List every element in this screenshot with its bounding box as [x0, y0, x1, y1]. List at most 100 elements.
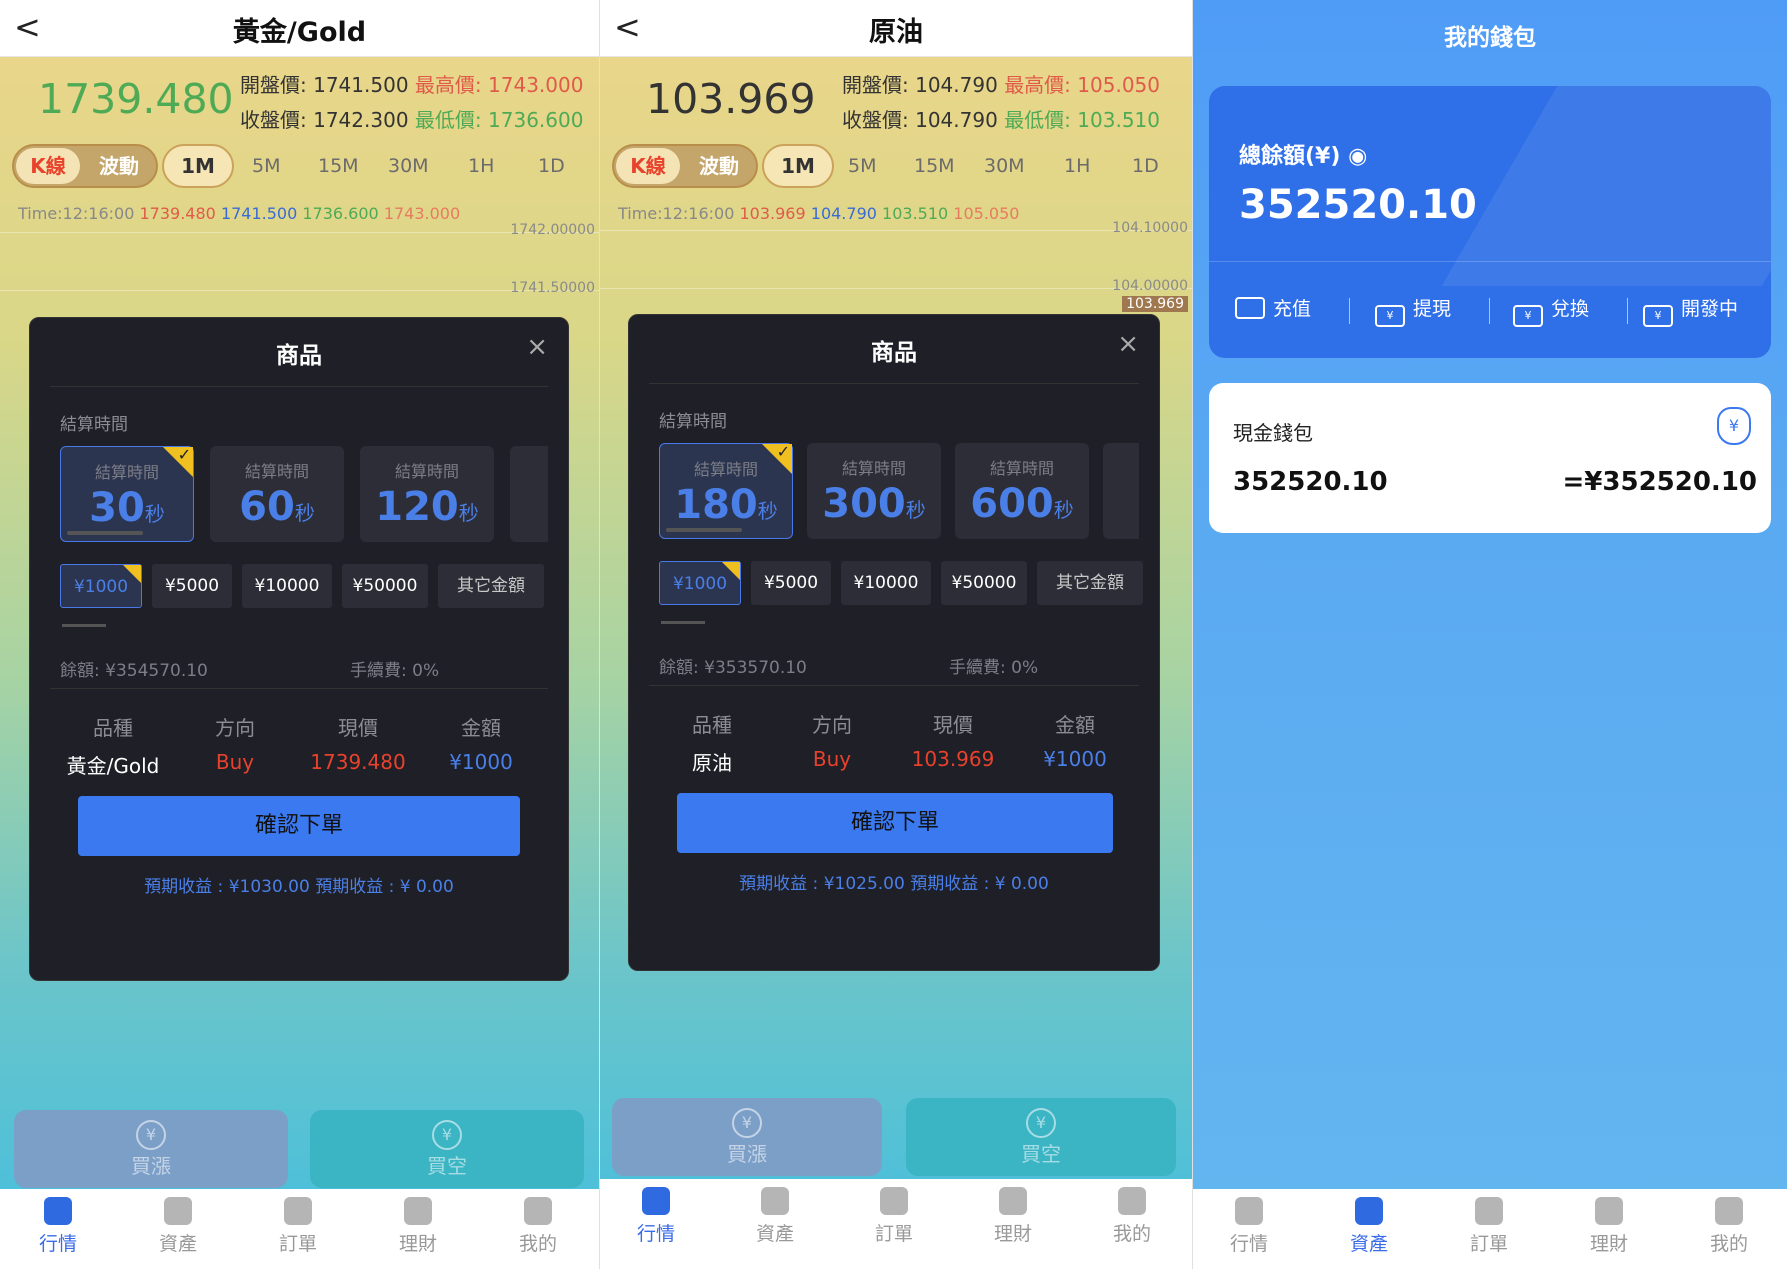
- time-low: 103.510: [882, 204, 949, 223]
- time-line: Time:12:16:00 103.969 104.790 103.510 10…: [618, 204, 1019, 223]
- confirm-order-button[interactable]: 確認下單: [677, 793, 1113, 853]
- tab-30m[interactable]: 30M: [984, 155, 1025, 177]
- settle-option-label: 結算時間: [244, 462, 309, 481]
- nav-finance[interactable]: 理財: [378, 1197, 458, 1256]
- nav-finance[interactable]: 理財: [973, 1187, 1053, 1246]
- amount-option[interactable]: ¥50000: [342, 564, 428, 608]
- amount-option[interactable]: ¥5000: [751, 561, 831, 605]
- nav-finance[interactable]: 理財: [1569, 1197, 1649, 1256]
- nav-assets[interactable]: 資產: [735, 1187, 815, 1246]
- grid-line: [600, 288, 1192, 289]
- tab-kline[interactable]: K線: [16, 148, 80, 184]
- selected-corner: [123, 565, 141, 583]
- modal-title: 商品: [276, 343, 322, 369]
- settle-option-value: 600秒: [970, 481, 1074, 527]
- settle-option[interactable]: 結算時間 60秒: [210, 446, 344, 542]
- tab-1m[interactable]: 1M: [162, 144, 234, 188]
- settle-option[interactable]: 結算時間 120秒: [360, 446, 494, 542]
- nav-profile[interactable]: 我的: [498, 1197, 578, 1256]
- nav-orders[interactable]: 訂單: [854, 1187, 934, 1246]
- amount-option[interactable]: ¥50000: [941, 561, 1027, 605]
- nav-market[interactable]: 行情: [18, 1197, 98, 1256]
- tab-1m[interactable]: 1M: [762, 144, 834, 188]
- total-balance-card: 總餘額(¥) ◉ 352520.10 充值 ¥ 提現 ¥ 兌換 ¥ 開發中: [1209, 86, 1771, 358]
- other-amount-button[interactable]: 其它金額: [438, 564, 544, 608]
- time-label: Time:12:16:00: [618, 204, 735, 223]
- withdraw-button[interactable]: ¥ 提現: [1375, 294, 1451, 327]
- settle-option[interactable]: 結 12: [1103, 443, 1139, 539]
- settle-option[interactable]: 結算時間 300秒: [807, 443, 941, 539]
- axis-label: 104.10000: [1112, 220, 1188, 236]
- tab-30m[interactable]: 30M: [388, 155, 429, 177]
- divider: [1349, 298, 1350, 324]
- time-label: Time:12:16:00: [18, 204, 135, 223]
- buy-down-button[interactable]: ¥ 買空: [906, 1098, 1176, 1176]
- tab-5m[interactable]: 5M: [848, 155, 876, 177]
- nav-assets[interactable]: 資產: [138, 1197, 218, 1256]
- open-label: 開盤價:: [240, 73, 307, 97]
- tab-wave[interactable]: 波動: [684, 150, 754, 182]
- tab-kline[interactable]: K線: [616, 148, 680, 184]
- confirm-order-button[interactable]: 確認下單: [78, 796, 520, 856]
- grid-line: [0, 290, 599, 291]
- ticket-icon: ¥: [1513, 305, 1543, 327]
- tab-15m[interactable]: 15M: [914, 155, 955, 177]
- open-value: 1741.500: [313, 73, 409, 97]
- tab-wave[interactable]: 波動: [84, 150, 154, 182]
- nav-profile[interactable]: 我的: [1689, 1197, 1769, 1256]
- tab-1d[interactable]: 1D: [538, 155, 565, 177]
- chart-type-toggle[interactable]: K線 波動: [12, 144, 158, 188]
- divider: [1627, 298, 1628, 324]
- settle-option[interactable]: 結 1: [510, 446, 548, 542]
- other-amount-button[interactable]: 其它金額: [1037, 561, 1143, 605]
- assets-icon: [1355, 1197, 1383, 1225]
- close-icon[interactable]: ×: [1117, 329, 1139, 359]
- selected-corner: [722, 562, 740, 580]
- page-title: 黃金/Gold: [232, 17, 367, 48]
- settle-option[interactable]: 結算時間 600秒: [955, 443, 1089, 539]
- col-header: 品種: [692, 713, 732, 737]
- grid-line: [0, 232, 599, 233]
- amount-scrollbar: [661, 621, 705, 624]
- exchange-button[interactable]: ¥ 兌換: [1513, 294, 1589, 327]
- amount-option[interactable]: ¥1000: [659, 561, 741, 605]
- tab-1h[interactable]: 1H: [1064, 155, 1090, 177]
- buy-up-button[interactable]: ¥ 買漲: [612, 1098, 882, 1176]
- nav-market[interactable]: 行情: [616, 1187, 696, 1246]
- amount-option[interactable]: ¥10000: [841, 561, 931, 605]
- market-icon: [1235, 1197, 1263, 1225]
- cash-wallet-card[interactable]: 現金錢包 ¥ 352520.10 =¥352520.10: [1209, 383, 1771, 533]
- divider: [50, 386, 548, 387]
- chart-type-toggle[interactable]: K線 波動: [612, 144, 758, 188]
- eye-icon[interactable]: ◉: [1348, 144, 1367, 169]
- tab-1d[interactable]: 1D: [1132, 155, 1159, 177]
- nav-profile[interactable]: 我的: [1092, 1187, 1172, 1246]
- order-modal: 商品 × 結算時間 ✓ 結算時間 180秒 結算時間 300秒 結算時間 600…: [628, 314, 1160, 971]
- nav-market[interactable]: 行情: [1209, 1197, 1289, 1256]
- settle-option[interactable]: ✓ 結算時間 180秒: [659, 443, 793, 539]
- settle-option[interactable]: ✓ 結算時間 30秒: [60, 446, 194, 542]
- amount-option[interactable]: ¥5000: [152, 564, 232, 608]
- developing-button[interactable]: ¥ 開發中: [1643, 294, 1738, 327]
- tab-15m[interactable]: 15M: [318, 155, 359, 177]
- amount-option[interactable]: ¥1000: [60, 564, 142, 608]
- close-icon[interactable]: ×: [526, 332, 548, 362]
- tab-1h[interactable]: 1H: [468, 155, 494, 177]
- page-title: 原油: [869, 17, 923, 48]
- price-value: 103.969: [911, 747, 995, 771]
- buy-up-button[interactable]: ¥ 買漲: [14, 1110, 288, 1188]
- nav-orders[interactable]: 訂單: [1449, 1197, 1529, 1256]
- settle-option-label: 結算時間: [94, 463, 159, 482]
- nav-assets[interactable]: 資產: [1329, 1197, 1409, 1256]
- tab-5m[interactable]: 5M: [252, 155, 280, 177]
- cash-wallet-value: 352520.10: [1233, 467, 1388, 497]
- amount-option[interactable]: ¥10000: [242, 564, 332, 608]
- buy-down-button[interactable]: ¥ 買空: [310, 1110, 584, 1188]
- settle-time-options: ✓ 結算時間 180秒 結算時間 300秒 結算時間 600秒 結 12: [659, 443, 1139, 543]
- nav-orders[interactable]: 訂單: [258, 1197, 338, 1256]
- amount-options: ¥1000 ¥5000 ¥10000 ¥50000 其它金額: [659, 561, 1159, 605]
- yen-icon: ¥: [432, 1120, 462, 1150]
- direction-value: Buy: [812, 747, 852, 771]
- recharge-button[interactable]: 充值: [1235, 294, 1311, 321]
- settle-option-label: 結: [1103, 455, 1139, 479]
